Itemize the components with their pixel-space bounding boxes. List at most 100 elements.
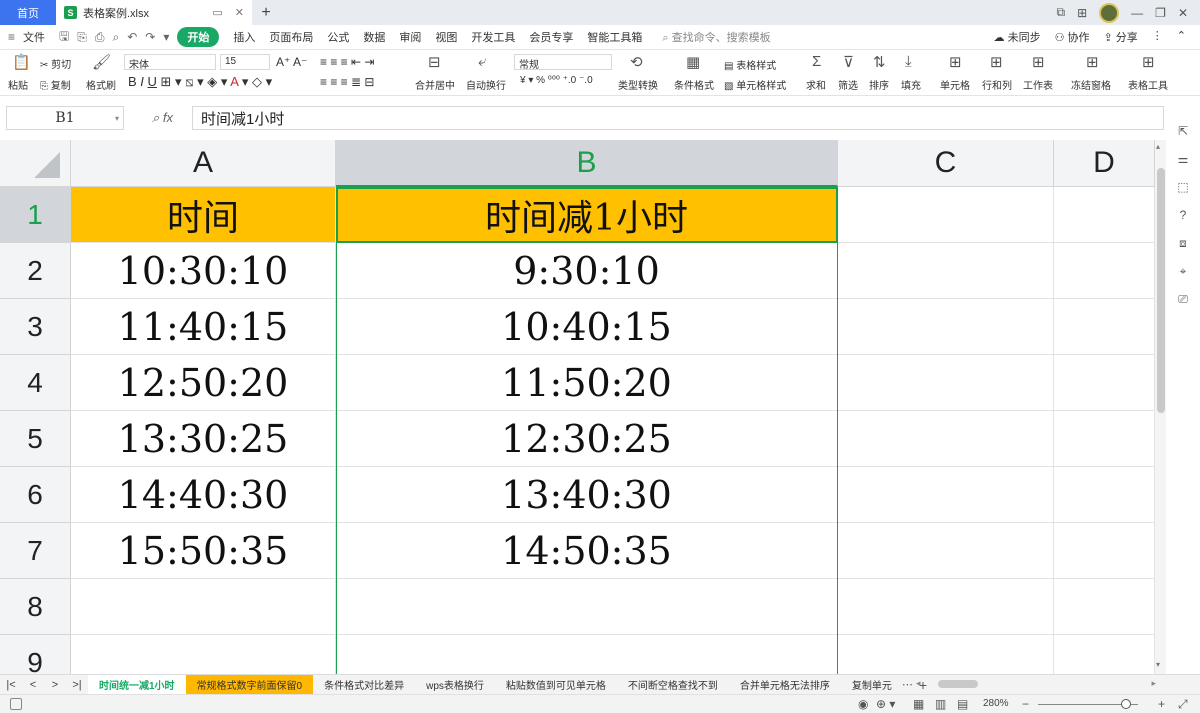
sheet-tab-2[interactable]: 常规格式数字前面保留0: [185, 674, 314, 695]
scroll-up-arrow-icon[interactable]: ▴: [1156, 142, 1160, 151]
cell-button[interactable]: 单元格: [940, 77, 970, 92]
focus-mode-icon[interactable]: ⊕ ▾: [876, 697, 895, 711]
fx-icon[interactable]: fx: [163, 110, 173, 125]
horizontal-scroll-thumb[interactable]: [938, 680, 978, 688]
paste-icon[interactable]: 📋: [12, 53, 31, 71]
restore-icon[interactable]: ❐: [1155, 6, 1166, 20]
cell-icon[interactable]: ⊞: [949, 53, 962, 71]
cell-d2[interactable]: [1054, 243, 1155, 299]
row-header-4[interactable]: 4: [0, 355, 71, 411]
scroll-down-arrow-icon[interactable]: ▾: [1156, 660, 1160, 669]
save-icon[interactable]: 🖫: [59, 27, 69, 48]
row-header-7[interactable]: 7: [0, 523, 71, 579]
sheet-tab-4[interactable]: wps表格换行: [415, 675, 495, 695]
filter-icon[interactable]: ⊽: [843, 53, 854, 71]
page-break-view-icon[interactable]: ▤: [957, 697, 968, 711]
cell-a4[interactable]: 12:50:20: [71, 355, 336, 411]
cell-b5[interactable]: 12:30:25: [336, 411, 838, 467]
cell-c2[interactable]: [838, 243, 1054, 299]
format-painter-icon[interactable]: 🖌: [92, 53, 111, 71]
row-header-1[interactable]: 1: [0, 187, 71, 243]
cell-b7[interactable]: 14:50:35: [336, 523, 838, 579]
row-header-2[interactable]: 2: [0, 243, 71, 299]
cell-c6[interactable]: [838, 467, 1054, 523]
sort-icon[interactable]: ⇅: [873, 53, 886, 71]
file-tab[interactable]: S 表格案例.xlsx ▭ ✕: [56, 0, 252, 25]
menu-file[interactable]: 文件: [23, 29, 45, 45]
cell-a3[interactable]: 11:40:15: [71, 299, 336, 355]
cell-d5[interactable]: [1054, 411, 1155, 467]
quick-access-dropdown-icon[interactable]: ▾: [163, 30, 169, 44]
row-header-9[interactable]: 9: [0, 635, 71, 674]
print-icon[interactable]: ⎙: [95, 30, 105, 45]
zoom-lookup-icon[interactable]: ⌕: [152, 110, 159, 125]
name-box-dropdown-icon[interactable]: ▾: [115, 114, 119, 123]
row-col-button[interactable]: 行和列: [982, 77, 1012, 92]
sheet-tab-1[interactable]: 时间统一减1小时: [88, 674, 186, 695]
number-format-select[interactable]: 常规: [514, 54, 612, 71]
tab-review[interactable]: 审阅: [399, 29, 421, 45]
scroll-right-arrow-icon[interactable]: ▸: [1151, 678, 1156, 689]
properties-sliders-icon[interactable]: ⚌: [1176, 152, 1190, 166]
tab-insert[interactable]: 插入: [233, 29, 255, 45]
font-size-select[interactable]: 15: [220, 54, 270, 70]
row-header-3[interactable]: 3: [0, 299, 71, 355]
more-sheets-icon[interactable]: ⋯: [902, 678, 913, 691]
format-painter-button[interactable]: 格式刷: [86, 77, 116, 92]
grid-apps-icon[interactable]: ⊞: [1077, 6, 1087, 20]
column-header-d[interactable]: D: [1054, 140, 1155, 187]
cell-a2[interactable]: 10:30:10: [71, 243, 336, 299]
horizontal-scrollbar[interactable]: ◂ ▸: [916, 678, 1156, 690]
cell-d1[interactable]: [1054, 187, 1155, 243]
share-button[interactable]: ⇪ 分享: [1104, 29, 1138, 45]
zoom-out-icon[interactable]: −: [1022, 697, 1029, 711]
cell-b2[interactable]: 9:30:10: [336, 243, 838, 299]
table-tools-icon[interactable]: ⊞: [1142, 53, 1155, 71]
close-tab-icon[interactable]: ✕: [235, 6, 244, 19]
cell-a6[interactable]: 14:40:30: [71, 467, 336, 523]
backup-icon[interactable]: ⧈: [1176, 236, 1190, 250]
collaborate-button[interactable]: ⚇ 协作: [1055, 29, 1090, 45]
sort-button[interactable]: 排序: [869, 77, 889, 92]
conditional-format-icon[interactable]: ▦: [686, 53, 700, 71]
page-layout-view-icon[interactable]: ▥: [935, 697, 946, 711]
vertical-align-icons[interactable]: ≡ ≡ ≡ ⇤ ⇥: [320, 55, 374, 69]
font-color-icon[interactable]: A: [230, 74, 238, 89]
cell-c1[interactable]: [838, 187, 1054, 243]
hamburger-icon[interactable]: ≡: [8, 30, 15, 44]
sheet-tab-8[interactable]: 复制单元: [841, 675, 896, 695]
vertical-scrollbar[interactable]: ▴ ▾: [1155, 140, 1166, 674]
cell-b3[interactable]: 10:40:15: [336, 299, 838, 355]
paste-button[interactable]: 粘贴: [8, 77, 28, 92]
close-window-icon[interactable]: ✕: [1178, 6, 1188, 20]
cell-a7[interactable]: 15:50:35: [71, 523, 336, 579]
sheet-tab-5[interactable]: 粘贴数值到可见单元格: [495, 675, 617, 695]
freeze-panes-icon[interactable]: ⊞: [1086, 53, 1099, 71]
select-range-icon[interactable]: ⬚: [1176, 180, 1190, 194]
export-pdf-icon[interactable]: ⎘: [77, 30, 87, 45]
print-preview-icon[interactable]: ⌕: [112, 30, 119, 45]
cell-d3[interactable]: [1054, 299, 1155, 355]
table-tools-button[interactable]: 表格工具: [1128, 77, 1168, 92]
next-sheet-icon[interactable]: >: [44, 679, 66, 691]
name-box[interactable]: B1 ▾: [6, 106, 124, 130]
spreadsheet-grid[interactable]: A B C D 1 2 3 4 5 6 7 8 9 时间 时间减1小时 10:3…: [0, 140, 1155, 674]
zoom-in-icon[interactable]: +: [1158, 697, 1165, 711]
fill-icon[interactable]: ⤓: [905, 53, 912, 70]
row-header-6[interactable]: 6: [0, 467, 71, 523]
help-icon[interactable]: ?: [1176, 208, 1190, 222]
conditional-format-button[interactable]: 条件格式: [674, 77, 714, 92]
row-col-icon[interactable]: ⊞: [990, 53, 1003, 71]
cell-d6[interactable]: [1054, 467, 1155, 523]
redo-icon[interactable]: ↷: [145, 30, 155, 44]
scroll-left-arrow-icon[interactable]: ◂: [916, 678, 921, 689]
sync-button[interactable]: ☁ 未同步: [994, 29, 1041, 45]
fullscreen-icon[interactable]: ⤢: [1178, 697, 1188, 712]
cell-b9[interactable]: [336, 635, 838, 674]
vertical-scroll-thumb[interactable]: [1157, 168, 1165, 413]
book-icon[interactable]: ⎚: [1176, 292, 1190, 306]
tab-monitor-icon[interactable]: ▭: [212, 6, 222, 19]
new-tab-button[interactable]: +: [252, 4, 280, 22]
cell-a9[interactable]: [71, 635, 336, 674]
first-sheet-icon[interactable]: |<: [0, 679, 22, 691]
